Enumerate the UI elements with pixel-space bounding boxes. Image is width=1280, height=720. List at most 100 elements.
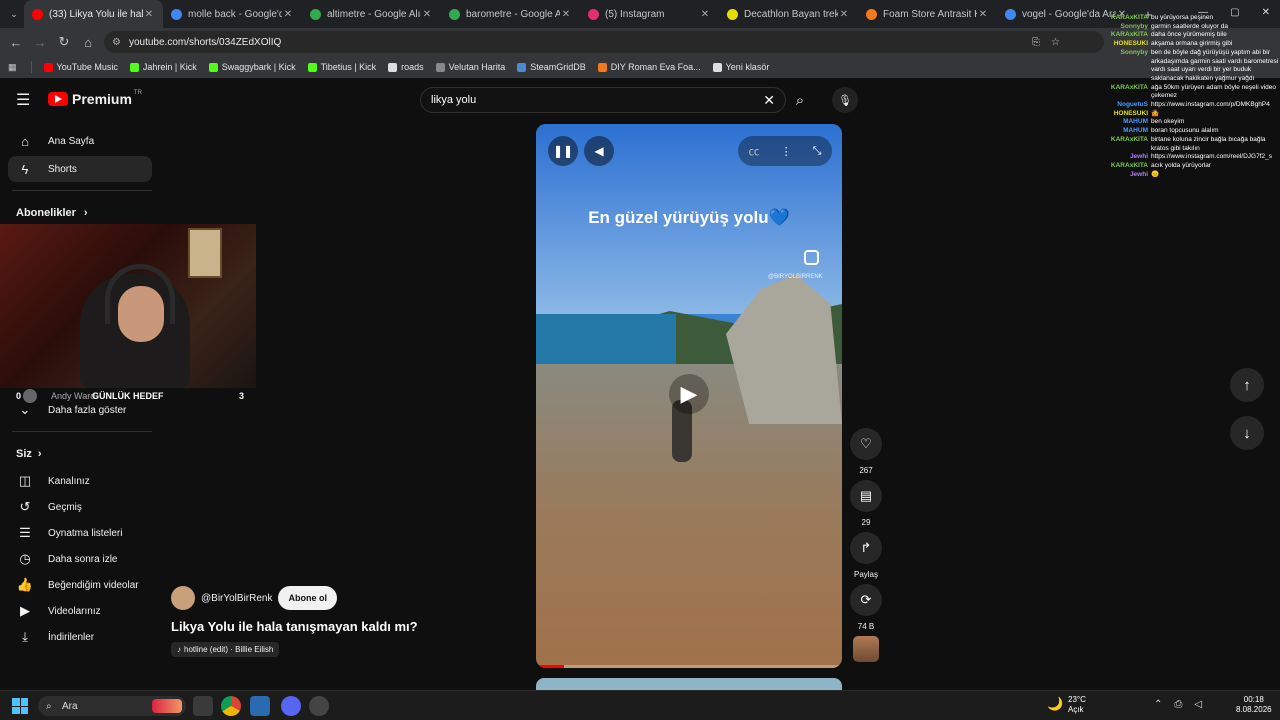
weather-temp: 23°C [1068, 695, 1086, 704]
bookmark-item[interactable]: Tibetius | Kick [307, 62, 376, 72]
reload-icon[interactable]: ↻ [52, 34, 76, 50]
captions-icon[interactable]: ㏄ [749, 143, 760, 159]
bookmark-star-icon[interactable]: ☆ [1051, 37, 1060, 48]
app-icon[interactable] [250, 696, 270, 716]
site-info-icon[interactable]: ⚙ [112, 37, 121, 48]
close-tab-icon[interactable]: ✕ [560, 9, 572, 20]
browser-tab[interactable]: Foam Store Antrasit Kamp✕ [858, 0, 997, 28]
chat-username: HONESUKI [1113, 40, 1148, 48]
fullscreen-icon[interactable]: ⤡ [813, 145, 822, 158]
you-heading[interactable]: Siz › [0, 440, 160, 468]
weather-text[interactable]: 23°C Açık [1068, 695, 1086, 715]
install-icon[interactable]: ⎘ [1032, 37, 1040, 48]
browser-tab[interactable]: altimetre - Google Alışver✕ [302, 0, 441, 28]
taskbar-clock[interactable]: 00:18 8.08.2026 [1236, 695, 1272, 715]
close-tab-icon[interactable]: ✕ [838, 9, 850, 20]
weather-widget[interactable]: 🌙 [1047, 696, 1067, 712]
bookmark-item[interactable]: Jahrein | Kick [129, 62, 197, 72]
browser-tab[interactable]: barometre - Google Alışve✕ [441, 0, 580, 28]
subscribe-button[interactable]: Abone ol [278, 586, 337, 610]
bookmark-icon [517, 62, 527, 72]
share-action[interactable]: ↱ Paylaş [850, 532, 882, 579]
file-explorer-icon[interactable] [193, 696, 213, 716]
arrow-down-icon: ↓ [1243, 424, 1251, 442]
channel-avatar[interactable] [171, 586, 195, 610]
browser-tab[interactable]: (5) Instagram ✕ [580, 0, 719, 28]
music-chip[interactable]: ♪ hotline (edit) · Billie Eilish [171, 642, 280, 657]
tab-search-icon[interactable]: ⌄ [4, 9, 24, 20]
remix-action[interactable]: ⟳ 74 B [850, 584, 882, 631]
tab-favicon-icon [727, 8, 738, 20]
volume-button[interactable]: ◀ [584, 136, 614, 166]
sidebar-item-watch-later[interactable]: ◷ Daha sonra izle [0, 546, 160, 572]
bookmark-item[interactable]: Swaggybark | Kick [208, 62, 296, 72]
previous-short-button[interactable]: ↑ [1230, 368, 1264, 402]
bookmark-icon [388, 62, 398, 72]
next-short-preview[interactable] [536, 678, 842, 690]
speaker-icon[interactable]: ◁ [1194, 699, 1202, 710]
channel-name[interactable]: @BirYolBirRenk [201, 593, 272, 604]
close-tab-icon[interactable]: ✕ [699, 9, 711, 20]
close-tab-icon[interactable]: ✕ [282, 9, 294, 20]
taskbar-search[interactable]: ⌕ Ara [38, 696, 186, 716]
sidebar-item-history[interactable]: ↺ Geçmiş [0, 494, 160, 520]
like-action[interactable]: ♡ 267 [850, 428, 882, 475]
progress-fill [536, 665, 564, 668]
clear-search-icon[interactable]: ✕ [763, 92, 775, 109]
chat-username: Sonnyby [1120, 48, 1148, 56]
sidebar-item-home[interactable]: ⌂ Ana Sayfa [0, 126, 160, 156]
comment-action[interactable]: ▤ 29 [850, 480, 882, 527]
browser-tab[interactable]: molle back - Google'da A✕ [163, 0, 302, 28]
sidebar-item-your-videos[interactable]: ▶ Videolarınız [0, 598, 160, 624]
chat-message: MAHUM ben okeyim [1090, 118, 1280, 127]
chrome-icon[interactable] [221, 696, 241, 716]
remix-icon[interactable]: ⟳ [850, 584, 882, 616]
network-icon[interactable]: ⎙ [1174, 699, 1182, 710]
forward-icon[interactable]: → [28, 35, 52, 50]
shorts-player[interactable]: En güzel yürüyüş yolu💙 @BIRYOLBIRRENK ❚❚… [536, 124, 842, 668]
share-icon[interactable]: ↱ [850, 532, 882, 564]
sidebar-item-channel[interactable]: ◫ Kanalınız [0, 468, 160, 494]
sidebar-item-downloads[interactable]: ⤓ İndirilenler [0, 624, 160, 650]
url-field[interactable]: ⚙ youtube.com/shorts/034ZEdXOlIQ ☆ ⎘ [104, 31, 1104, 53]
voice-search-button[interactable]: 🎙 [832, 87, 858, 113]
browser-tab[interactable]: (33) Likya Yolu ile hala ✕ [24, 0, 163, 28]
discord-icon[interactable] [281, 696, 301, 716]
progress-bar[interactable] [536, 665, 842, 668]
sidebar-item-liked-videos[interactable]: 👍 Beğendiğim videolar [0, 572, 160, 598]
sidebar-item-shorts[interactable]: ϟ Shorts [8, 156, 152, 182]
browser-tab[interactable]: Decathlon Bayan trekking✕ [719, 0, 858, 28]
tray-overflow-icon[interactable]: ⌃ [1154, 699, 1162, 710]
pause-button[interactable]: ❚❚ [548, 136, 578, 166]
bookmark-item[interactable]: YouTube Music [43, 62, 118, 72]
back-icon[interactable]: ← [4, 35, 28, 50]
bookmark-item[interactable]: Yeni klasör [712, 62, 769, 72]
windows-start-icon[interactable] [12, 698, 28, 714]
video-title[interactable]: Likya Yolu ile hala tanışmayan kaldı mı? [171, 619, 418, 634]
bookmark-item[interactable]: Velutan Harita [435, 62, 505, 72]
search-button[interactable]: ⌕ [786, 87, 814, 113]
bookmark-item[interactable]: DIY Roman Eva Foa... [597, 62, 701, 72]
apps-icon[interactable]: ▦ [8, 62, 17, 73]
next-short-button[interactable]: ↓ [1230, 416, 1264, 450]
close-tab-icon[interactable]: ✕ [977, 9, 989, 20]
youtube-logo[interactable]: Premium TR [48, 90, 142, 107]
close-tab-icon[interactable]: ✕ [421, 9, 433, 20]
sidebar-item-label: Daha sonra izle [48, 553, 118, 565]
home-icon[interactable]: ⌂ [76, 35, 100, 50]
search-input[interactable]: likya yolu ✕ [420, 87, 786, 113]
subscriptions-heading[interactable]: Abonelikler › [0, 199, 160, 227]
stream-goal-label: GÜNLÜK HEDEF [92, 391, 164, 401]
bookmark-item[interactable]: SteamGridDB [517, 62, 586, 72]
search-text: likya yolu [431, 94, 477, 106]
bookmark-item[interactable]: roads [388, 62, 424, 72]
heart-icon[interactable]: ♡ [850, 428, 882, 460]
sound-thumbnail[interactable] [853, 636, 879, 662]
comment-icon[interactable]: ▤ [850, 480, 882, 512]
more-options-icon[interactable]: ⋮ [781, 145, 792, 158]
obs-icon[interactable] [309, 696, 329, 716]
close-tab-icon[interactable]: ✕ [143, 9, 155, 20]
menu-icon[interactable]: ☰ [16, 90, 30, 110]
sidebar-item-playlists[interactable]: ☰ Oynatma listeleri [0, 520, 160, 546]
center-play-icon[interactable]: ▶ [669, 374, 709, 414]
